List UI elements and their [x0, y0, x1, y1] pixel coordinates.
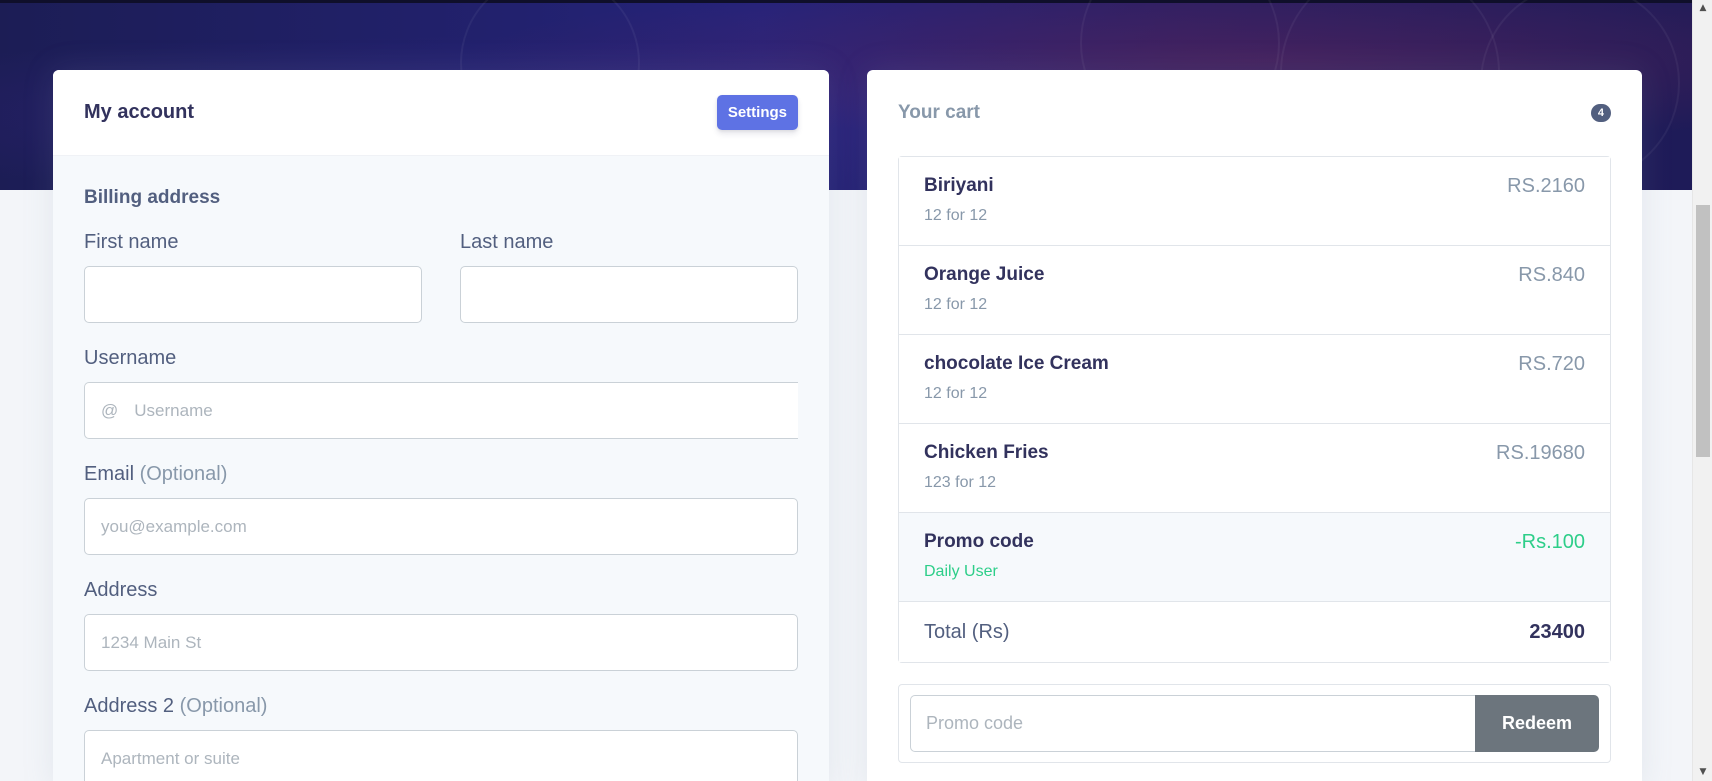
address2-label-text: Address 2: [84, 695, 175, 717]
total-value: 23400: [1529, 620, 1585, 643]
scroll-down-arrow-icon[interactable]: ▼: [1693, 764, 1712, 781]
account-form: Billing address First name Last name Use…: [53, 187, 829, 781]
promo-input-group: Promo code Redeem: [910, 695, 1599, 752]
page-scrollbar[interactable]: ▲ ▼: [1692, 0, 1712, 781]
promo-code-placeholder: Promo code: [926, 713, 1024, 733]
cart-item-price: RS.840: [1518, 264, 1585, 286]
cart-item-name: chocolate Ice Cream: [924, 353, 1109, 374]
cart-item-detail: 123 for 12: [924, 474, 997, 491]
address2-optional-hint: (Optional): [179, 695, 268, 717]
cart-item-detail: 12 for 12: [924, 207, 988, 224]
email-label-text: Email: [84, 463, 135, 485]
settings-button[interactable]: Settings: [716, 95, 798, 130]
cart-total-row: Total (Rs) 23400: [899, 602, 1610, 662]
promo-code-amount: -Rs.100: [1514, 531, 1585, 553]
promo-code-name: Promo code: [924, 531, 1034, 552]
cart-count-badge: 4: [1590, 104, 1611, 122]
email-optional-hint: (Optional): [139, 463, 228, 485]
cart-item-name: Orange Juice: [924, 264, 1045, 285]
address-label: Address: [84, 579, 158, 601]
last-name-input[interactable]: [460, 266, 798, 323]
address-placeholder: 1234 Main St: [101, 632, 202, 652]
email-input[interactable]: you@example.com: [84, 498, 798, 555]
cart-item: Chicken Fries 123 for 12 RS.19680: [899, 424, 1610, 513]
username-placeholder: Username: [134, 400, 213, 420]
cart-header: Your cart 4: [867, 70, 1642, 156]
last-name-label: Last name: [460, 231, 554, 253]
total-label: Total (Rs): [924, 620, 1010, 643]
promo-code-detail: Daily User: [924, 563, 998, 580]
promo-code-form: Promo code Redeem: [898, 684, 1611, 763]
cart-item-price: RS.720: [1518, 353, 1585, 375]
cart-item-price: RS.2160: [1507, 175, 1585, 197]
cart-item-detail: 12 for 12: [924, 385, 988, 402]
cart-item-name: Biriyani: [924, 175, 994, 196]
cart-list: Biriyani 12 for 12 RS.2160 Orange Juice …: [898, 156, 1611, 663]
email-placeholder: you@example.com: [101, 516, 247, 536]
cart-item: Orange Juice 12 for 12 RS.840: [899, 246, 1610, 335]
first-name-input[interactable]: [84, 266, 422, 323]
address-input[interactable]: 1234 Main St: [84, 614, 798, 671]
address2-input[interactable]: Apartment or suite: [84, 730, 798, 781]
username-input[interactable]: @ Username: [84, 382, 798, 439]
cart-item: chocolate Ice Cream 12 for 12 RS.720: [899, 335, 1610, 424]
at-sign-prefix: @: [101, 400, 119, 420]
email-label: Email (Optional): [84, 463, 798, 486]
account-card: My account Settings Billing address Firs…: [53, 70, 829, 781]
address2-label: Address 2 (Optional): [84, 695, 798, 718]
cart-card: Your cart 4 Biriyani 12 for 12 RS.2160 O…: [867, 70, 1642, 781]
scroll-up-arrow-icon[interactable]: ▲: [1693, 0, 1712, 17]
address2-placeholder: Apartment or suite: [101, 748, 240, 768]
username-label: Username: [84, 347, 177, 369]
cart-title: Your cart: [898, 102, 981, 123]
account-header: My account Settings: [53, 70, 829, 156]
cart-item-name: Chicken Fries: [924, 442, 1049, 463]
billing-address-heading: Billing address: [84, 187, 221, 208]
cart-item-detail: 12 for 12: [924, 296, 988, 313]
account-title: My account: [84, 101, 195, 123]
promo-code-row: Promo code Daily User -Rs.100: [899, 513, 1610, 602]
redeem-button[interactable]: Redeem: [1475, 695, 1599, 752]
first-name-label: First name: [84, 231, 179, 253]
cart-item-price: RS.19680: [1496, 442, 1585, 464]
cart-item: Biriyani 12 for 12 RS.2160: [899, 157, 1610, 246]
scrollbar-thumb[interactable]: [1696, 205, 1710, 457]
promo-code-input[interactable]: Promo code: [910, 695, 1475, 752]
